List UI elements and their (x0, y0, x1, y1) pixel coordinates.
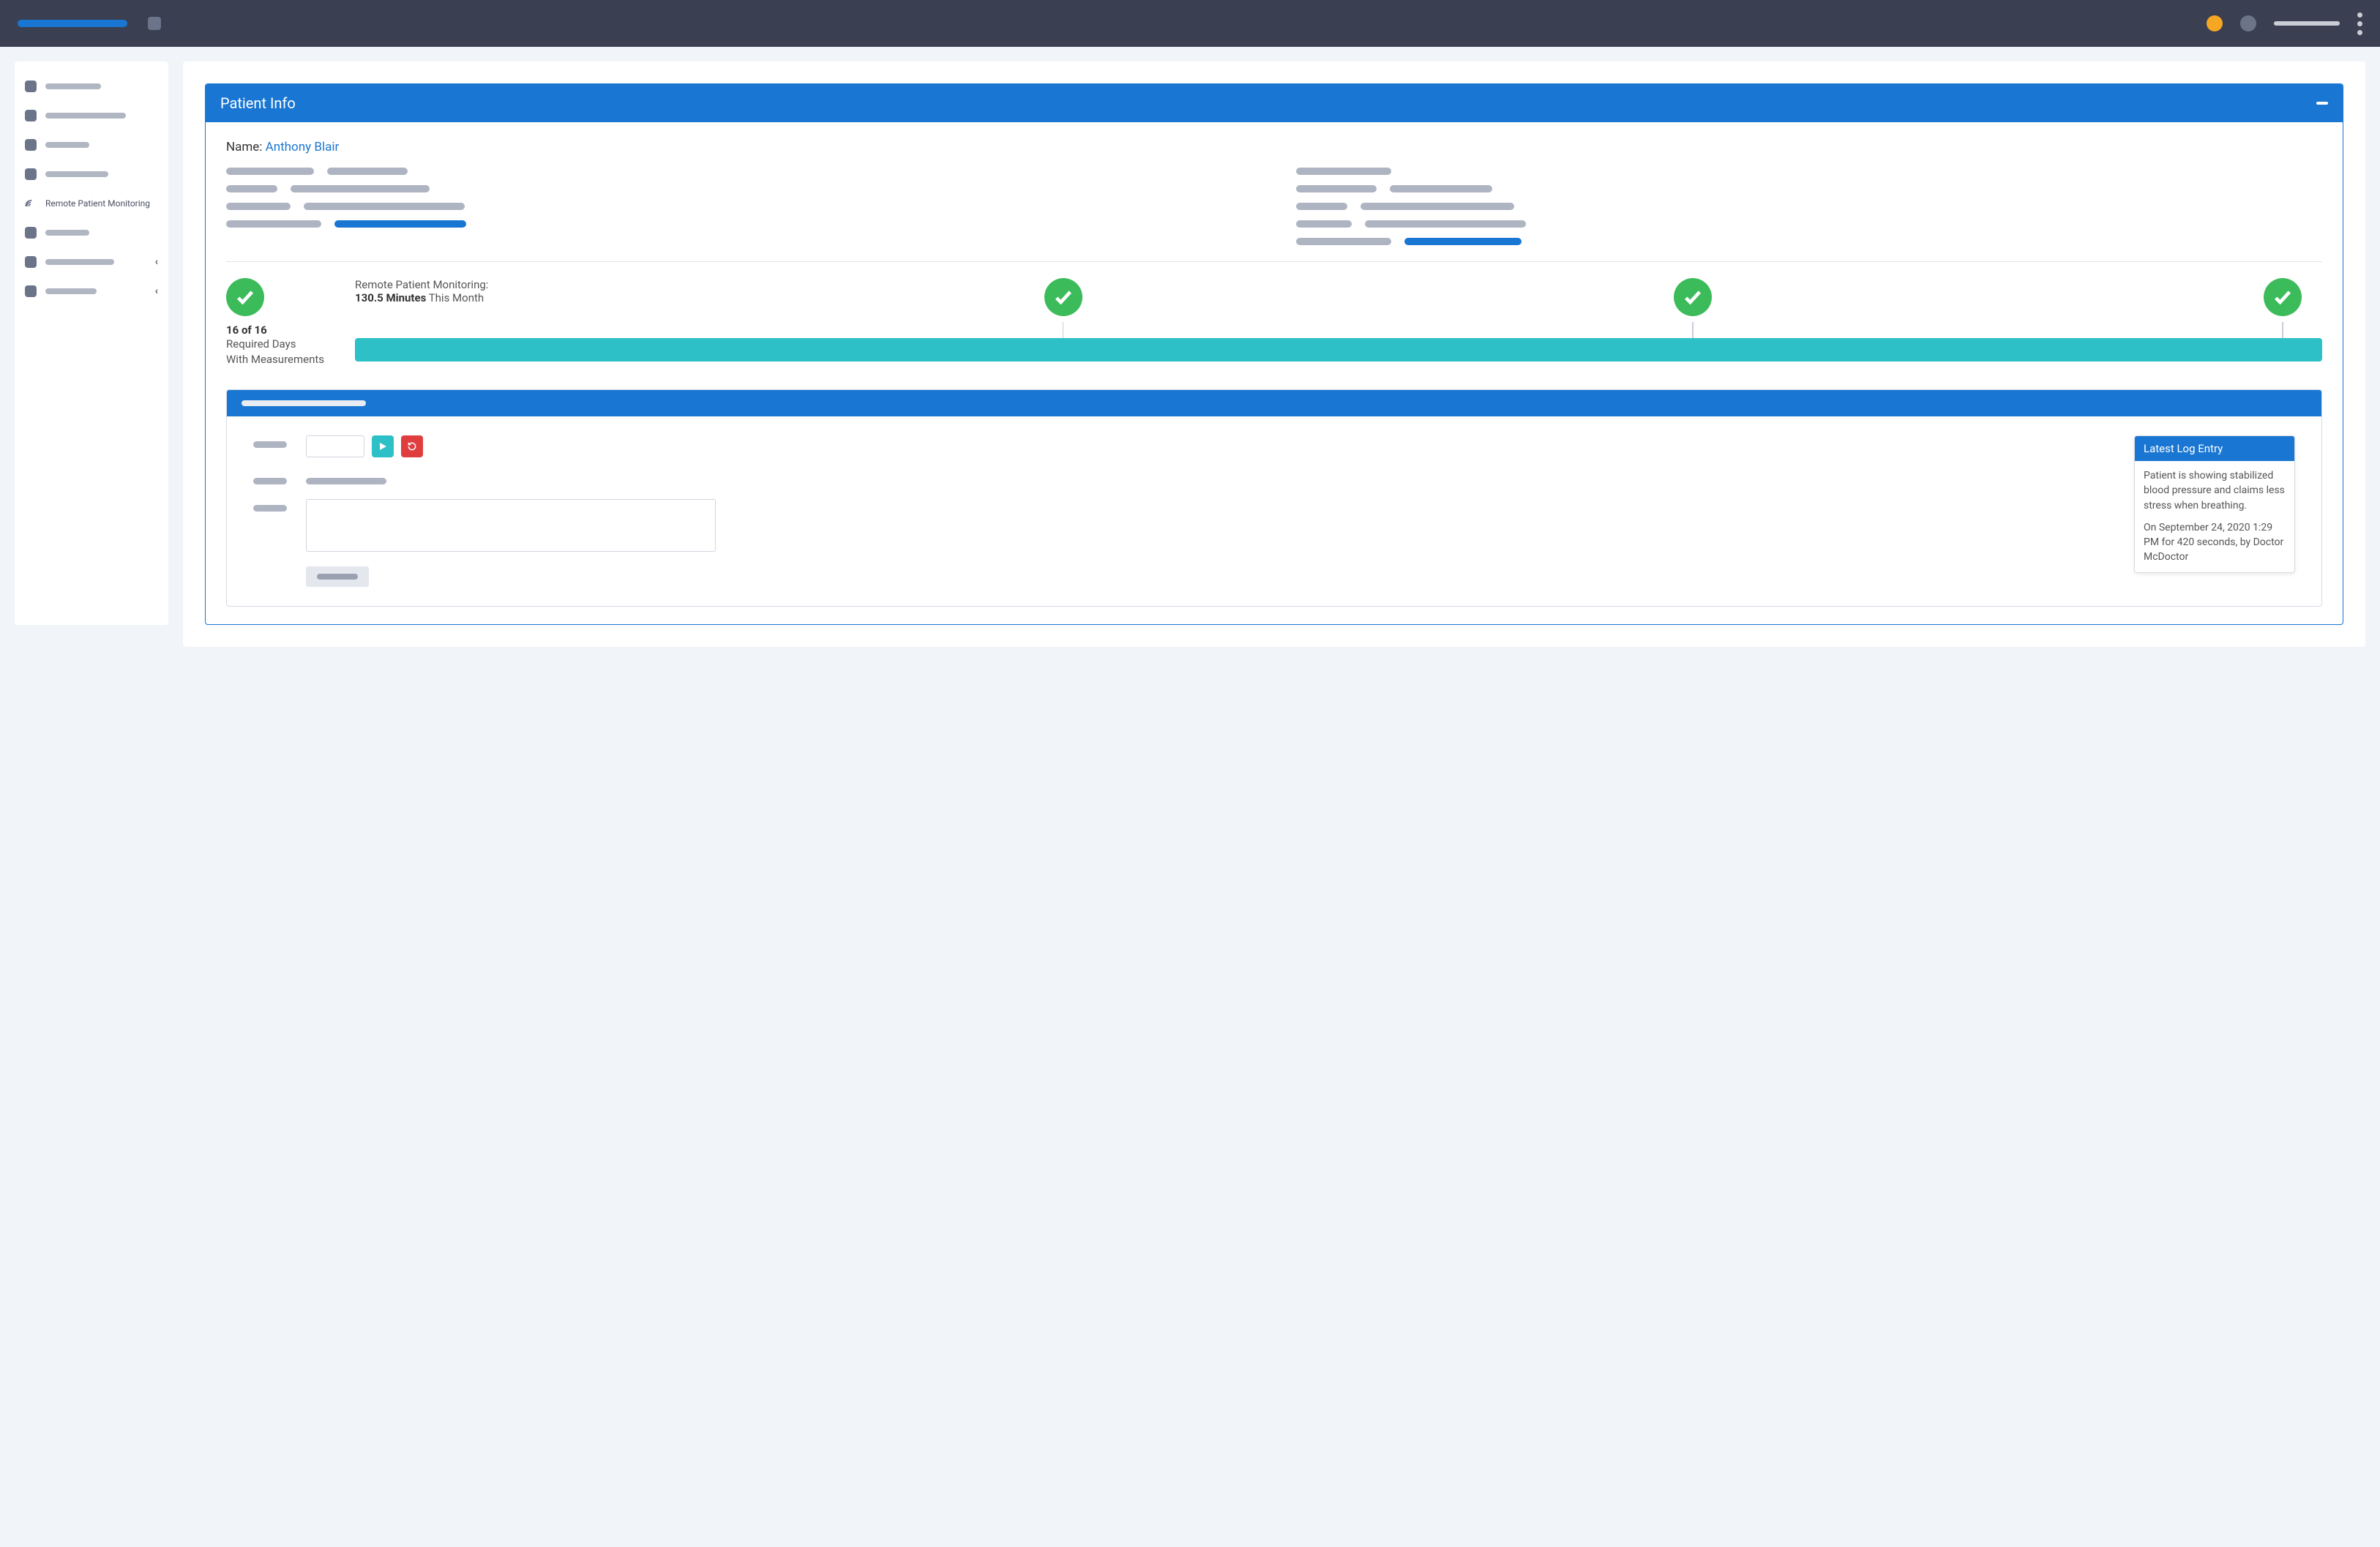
collapse-icon[interactable] (2316, 102, 2328, 105)
subpanel-title (242, 400, 366, 406)
patient-name-row: Name: Anthony Blair (226, 140, 2322, 154)
chevron-left-icon: ‹ (155, 285, 158, 297)
days-status: 16 of 16 Required Days With Measurements (226, 278, 336, 367)
sidebar-item-3[interactable] (25, 135, 158, 155)
log-subpanel: Latest Log Entry Patient is showing stab… (226, 389, 2322, 607)
sidebar-label (45, 230, 89, 236)
divider (226, 261, 2322, 262)
sidebar-item-label: Remote Patient Monitoring (45, 198, 150, 209)
sidebar-item-8[interactable]: ‹ (25, 281, 158, 301)
brand-logo[interactable] (18, 20, 127, 27)
sidebar-label (45, 288, 97, 294)
info-col-right (1296, 168, 2322, 245)
rpm-value: 130.5 Minutes (355, 291, 426, 304)
status-row: 16 of 16 Required Days With Measurements (226, 278, 2322, 367)
top-bar (0, 0, 2380, 47)
form-label (253, 505, 287, 512)
sidebar-label (45, 171, 108, 177)
check-icon (1674, 278, 1712, 316)
log-form (253, 435, 2112, 587)
signal-icon (25, 198, 37, 209)
sidebar-icon (25, 256, 37, 268)
chevron-left-icon: ‹ (155, 256, 158, 268)
reset-button[interactable] (401, 435, 423, 457)
sidebar-item-6[interactable] (25, 222, 158, 243)
sidebar-label (45, 259, 114, 265)
sidebar-icon (25, 139, 37, 151)
duration-input[interactable] (306, 435, 364, 457)
rpm-suffix: This Month (426, 291, 484, 304)
sidebar: Remote Patient Monitoring ‹ ‹ (15, 61, 168, 625)
main-content: Patient Info Name: Anthony Blair (183, 61, 2365, 647)
form-value (306, 478, 386, 484)
subpanel-header (227, 390, 2321, 416)
panel-header: Patient Info (206, 84, 2343, 122)
panel-title: Patient Info (220, 94, 296, 112)
days-sub1: Required Days (226, 337, 336, 352)
user-avatar[interactable] (2240, 15, 2256, 31)
notes-textarea[interactable] (306, 499, 716, 552)
app-menu-button[interactable] (148, 17, 161, 30)
sidebar-item-2[interactable] (25, 105, 158, 126)
check-icon (1044, 278, 1082, 316)
sidebar-label (45, 113, 126, 119)
days-count: 16 of 16 (226, 323, 336, 337)
sidebar-label (45, 83, 101, 89)
sidebar-icon (25, 110, 37, 121)
rpm-progress: Remote Patient Monitoring: 130.5 Minutes… (355, 278, 2322, 362)
days-sub2: With Measurements (226, 352, 336, 367)
latest-log-card: Latest Log Entry Patient is showing stab… (2134, 435, 2295, 573)
log-card-title: Latest Log Entry (2135, 436, 2294, 461)
submit-button[interactable] (306, 566, 369, 587)
play-button[interactable] (372, 435, 394, 457)
sidebar-item-1[interactable] (25, 76, 158, 97)
sidebar-item-remote-monitoring[interactable]: Remote Patient Monitoring (25, 193, 158, 214)
patient-info-panel: Patient Info Name: Anthony Blair (205, 83, 2343, 625)
sidebar-item-4[interactable] (25, 164, 158, 184)
sidebar-item-7[interactable]: ‹ (25, 252, 158, 272)
form-label (253, 478, 287, 484)
info-col-left (226, 168, 1252, 245)
form-label (253, 441, 287, 448)
check-icon (226, 278, 264, 316)
sidebar-icon (25, 227, 37, 239)
sidebar-icon (25, 80, 37, 92)
sidebar-label (45, 142, 89, 148)
check-icon (2264, 278, 2302, 316)
progress-bar (355, 338, 2322, 362)
sidebar-icon (25, 168, 37, 180)
notification-indicator[interactable] (2207, 15, 2223, 31)
log-text-2: On September 24, 2020 1:29 PM for 420 se… (2144, 520, 2286, 565)
kebab-menu-icon[interactable] (2357, 12, 2362, 35)
topbar-slider[interactable] (2274, 21, 2340, 26)
rpm-label: Remote Patient Monitoring: (355, 278, 488, 291)
name-label: Name: (226, 140, 266, 154)
log-text-1: Patient is showing stabilized blood pres… (2144, 468, 2286, 513)
patient-name-link[interactable]: Anthony Blair (266, 140, 340, 154)
sidebar-icon (25, 285, 37, 297)
